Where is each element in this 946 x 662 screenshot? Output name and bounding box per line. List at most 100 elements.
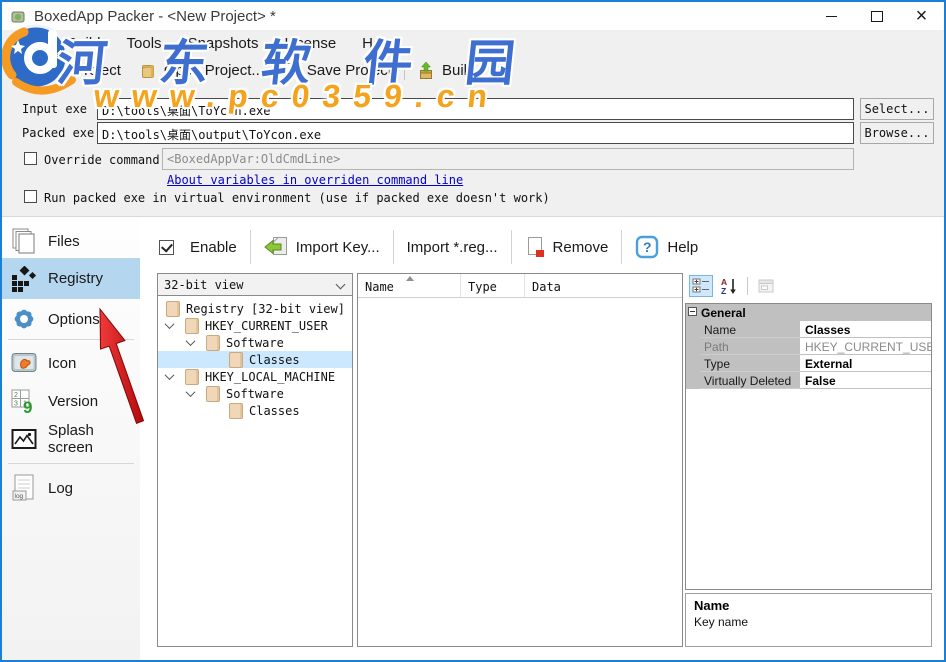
sidebar-item-log[interactable]: log Log — [2, 470, 140, 506]
property-value[interactable]: Classes — [800, 321, 931, 338]
chevron-down-icon[interactable] — [186, 387, 196, 397]
toolbar-separator — [404, 61, 405, 80]
save-project-button[interactable]: Save Project — [273, 60, 401, 82]
packed-exe-field[interactable]: D:\tools\桌面\output\ToYcon.exe — [97, 122, 854, 144]
property-value: HKEY_CURRENT_USER\SOFTWARE — [800, 338, 931, 355]
packed-exe-label: Packed exe — [22, 126, 94, 140]
build-label: Build — [442, 62, 475, 79]
tree-row-root[interactable]: Registry [32-bit view] — [158, 300, 352, 317]
folder-icon — [206, 335, 220, 351]
property-label: Path — [700, 338, 800, 355]
new-project-button[interactable]: New Project — [6, 60, 130, 82]
chevron-down-icon[interactable] — [186, 336, 196, 346]
tree-row-hklm[interactable]: HKEY_LOCAL_MACHINE — [158, 368, 352, 385]
property-row-virtually-deleted[interactable]: Virtually Deleted False — [686, 372, 931, 389]
chevron-down-icon[interactable] — [165, 370, 175, 380]
property-toolbar: A Z — [689, 275, 778, 297]
sidebar-item-label: Log — [48, 480, 73, 497]
column-header-data[interactable]: Data — [525, 274, 682, 297]
import-key-icon — [264, 236, 288, 258]
sidebar-item-version[interactable]: 2 3 1 9 Version — [2, 383, 140, 419]
tree-label: Software — [226, 387, 284, 401]
override-command-line-checkbox[interactable] — [24, 152, 37, 165]
import-reg-button[interactable]: Import *.reg... — [403, 237, 502, 258]
sidebar-item-label: Options — [48, 311, 100, 328]
description-title: Name — [694, 598, 923, 613]
property-label: Virtually Deleted — [700, 372, 800, 389]
save-project-label: Save Project — [307, 62, 392, 79]
sidebar-item-options[interactable]: Options — [2, 300, 140, 338]
sidebar-item-label: Icon — [48, 355, 76, 372]
view-selector-dropdown[interactable]: 32-bit view — [158, 274, 352, 296]
sidebar-item-splash-screen[interactable]: Splash screen — [2, 421, 140, 457]
run-virtual-checkbox[interactable] — [24, 190, 37, 203]
enable-checkbox[interactable]: Enable — [155, 237, 241, 258]
collapse-icon[interactable] — [688, 307, 697, 316]
svg-text:log: log — [15, 493, 24, 500]
property-row-type[interactable]: Type External — [686, 355, 931, 372]
property-label: Type — [700, 355, 800, 372]
tree-row-classes-selected[interactable]: Classes — [158, 351, 352, 368]
tree-row-classes2[interactable]: Classes — [158, 402, 352, 419]
tree-row-software[interactable]: Software — [158, 334, 352, 351]
browse-button[interactable]: Browse... — [860, 122, 934, 144]
tree-row-software2[interactable]: Software — [158, 385, 352, 402]
title-bar: BoxedApp Packer - <New Project> * × — [2, 2, 944, 30]
tree-label: Software — [226, 336, 284, 350]
sidebar-item-files[interactable]: Files — [2, 223, 140, 259]
import-reg-label: Import *.reg... — [407, 239, 498, 256]
about-variables-link[interactable]: About variables in overriden command lin… — [167, 173, 463, 187]
description-text: Key name — [694, 615, 923, 629]
categorized-button[interactable] — [689, 275, 713, 297]
column-header-type[interactable]: Type — [461, 274, 525, 297]
az-sort-icon: A Z — [720, 277, 738, 295]
tree-label: Classes — [249, 404, 300, 418]
menu-file[interactable]: File — [4, 31, 54, 56]
tree-row-hkcu[interactable]: HKEY_CURRENT_USER — [158, 317, 352, 334]
svg-text:9: 9 — [23, 398, 32, 414]
folder-icon — [185, 369, 199, 385]
files-icon — [10, 227, 38, 255]
menu-tools[interactable]: Tools — [114, 31, 175, 56]
select-button[interactable]: Select... — [860, 98, 934, 120]
menu-license[interactable]: License — [271, 31, 349, 56]
toolbar-separator — [511, 230, 512, 264]
input-exe-field[interactable]: D:\tools\桌面\ToYcon.exe — [97, 98, 854, 120]
sidebar-item-icon[interactable]: Icon — [2, 345, 140, 381]
menu-build[interactable]: Build — [54, 31, 113, 56]
app-window: BoxedApp Packer - <New Project> * × File… — [0, 0, 946, 662]
open-project-button[interactable]: Open Project... — [130, 60, 273, 82]
checkbox-checked-icon — [159, 240, 174, 255]
build-button[interactable]: Build — [408, 60, 484, 82]
chevron-down-icon — [336, 280, 346, 290]
property-value[interactable]: External — [800, 355, 931, 372]
image-icon — [10, 349, 38, 377]
override-command-line-field: <BoxedAppVar:OldCmdLine> — [162, 148, 854, 170]
open-project-icon — [139, 62, 157, 80]
svg-text:Z: Z — [721, 286, 726, 295]
registry-tree-panel: 32-bit view Registry [32-bit view] HKEY_… — [157, 273, 353, 647]
property-grid: General Name Classes Path HKEY_CURRENT_U… — [685, 303, 932, 590]
toolbar-separator — [393, 230, 394, 264]
property-row-path[interactable]: Path HKEY_CURRENT_USER\SOFTWARE — [686, 338, 931, 355]
close-button[interactable]: × — [899, 2, 944, 30]
menu-help[interactable]: Help — [349, 31, 406, 56]
property-label: Name — [700, 321, 800, 338]
remove-button[interactable]: Remove — [521, 234, 613, 260]
alphabetical-sort-button[interactable]: A Z — [717, 275, 741, 297]
chevron-down-icon[interactable] — [165, 319, 175, 329]
property-value[interactable]: False — [800, 372, 931, 389]
import-key-button[interactable]: Import Key... — [260, 234, 384, 260]
toolbar-separator — [621, 230, 622, 264]
svg-text:2: 2 — [14, 392, 18, 399]
close-icon: × — [916, 6, 928, 26]
minimize-button[interactable] — [809, 2, 854, 30]
sidebar-item-registry[interactable]: Registry — [2, 258, 140, 299]
menu-snapshots[interactable]: Snapshots — [175, 31, 272, 56]
property-row-name[interactable]: Name Classes — [686, 321, 931, 338]
folder-icon — [206, 386, 220, 402]
property-category-row[interactable]: General — [686, 304, 931, 321]
help-button[interactable]: ? Help — [631, 233, 702, 261]
new-project-icon — [15, 62, 33, 80]
maximize-button[interactable] — [854, 2, 899, 30]
